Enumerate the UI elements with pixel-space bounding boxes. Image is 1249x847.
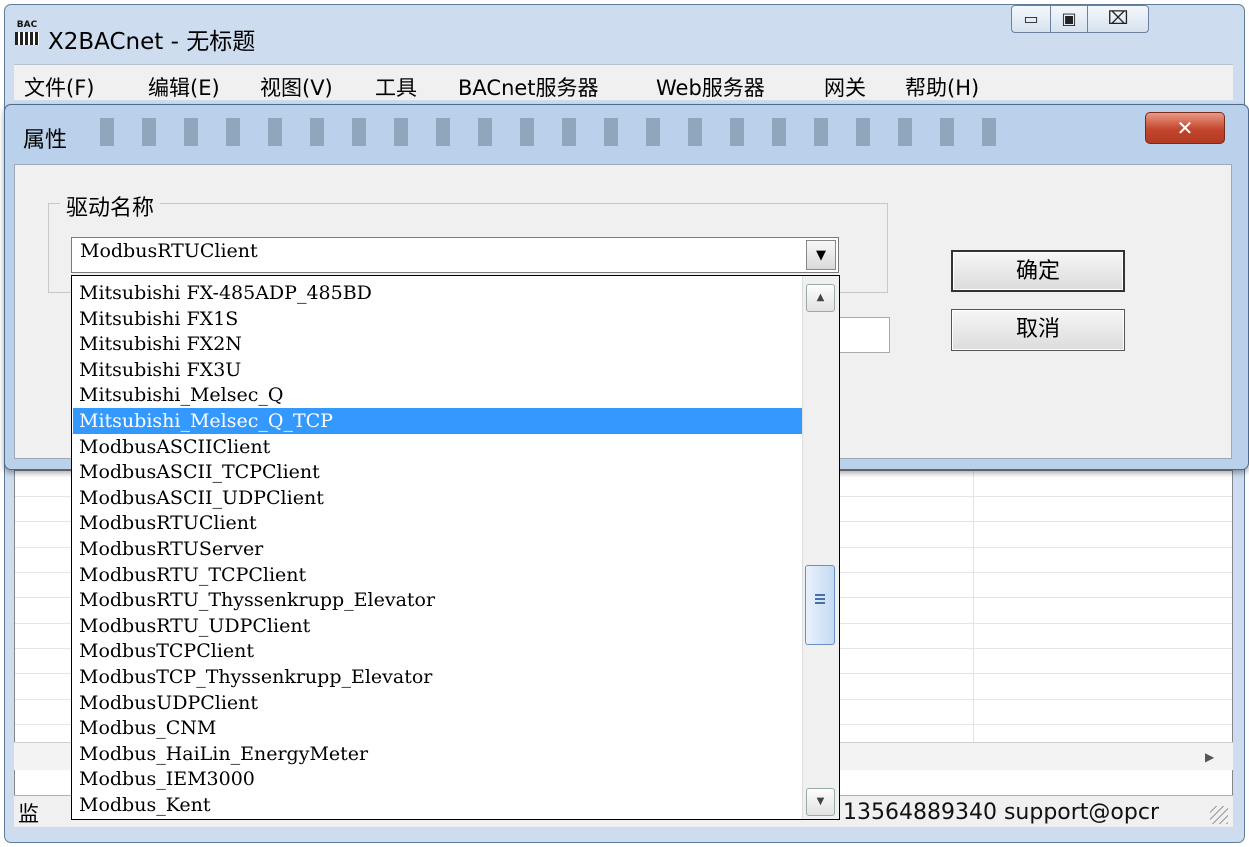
- dropdown-option[interactable]: ModbusRTU_UDPClient: [73, 613, 808, 639]
- toolbar-ghost: [100, 118, 1000, 146]
- dropdown-option[interactable]: ModbusASCII_UDPClient: [73, 485, 808, 511]
- window-close-button[interactable]: ⌧: [1087, 5, 1149, 33]
- dropdown-option[interactable]: ModbusASCII_TCPClient: [73, 459, 808, 485]
- status-text: 监: [18, 802, 39, 826]
- dropdown-option[interactable]: Mitsubishi FX2N: [73, 331, 808, 357]
- dropdown-option[interactable]: ModbusASCIIClient: [73, 434, 808, 460]
- app-icon: BAC: [14, 20, 40, 46]
- app-icon-text: BAC: [16, 20, 38, 30]
- chevron-down-icon[interactable]: ▼: [806, 240, 836, 270]
- scroll-right-icon[interactable]: ▶: [1205, 750, 1214, 764]
- dropdown-option[interactable]: ModbusTCP_Thyssenkrupp_Elevator: [73, 664, 808, 690]
- minimize-button[interactable]: ▭: [1011, 5, 1051, 33]
- dropdown-option[interactable]: Modbus_IEM3000: [73, 766, 808, 792]
- status-contact: 13564889340 support@opcr: [843, 800, 1159, 825]
- scroll-up-icon[interactable]: ▲: [806, 284, 835, 312]
- dropdown-option[interactable]: Mitsubishi FX3U: [73, 357, 808, 383]
- menu-gateway[interactable]: 网关: [824, 72, 866, 102]
- driver-name-label: 驱动名称: [60, 190, 161, 222]
- scroll-down-icon[interactable]: ▼: [806, 788, 835, 816]
- menu-bacnet-server[interactable]: BACnet服务器: [458, 72, 599, 102]
- dialog-close-button[interactable]: ✕: [1145, 112, 1225, 144]
- dropdown-option[interactable]: ModbusRTUServer: [73, 536, 808, 562]
- dropdown-option[interactable]: Mitsubishi FX1S: [73, 306, 808, 332]
- text-field[interactable]: [835, 317, 890, 353]
- dropdown-option[interactable]: Modbus_CNM: [73, 715, 808, 741]
- driver-dropdown-list[interactable]: Mitsubishi FX-485ADP_485BD Mitsubishi FX1…: [71, 275, 840, 820]
- dropdown-option[interactable]: ModbusRTUClient: [73, 510, 808, 536]
- menu-view[interactable]: 视图(V): [260, 72, 333, 102]
- dropdown-option[interactable]: Mitsubishi_Melsec_Q: [73, 382, 808, 408]
- driver-combobox-value[interactable]: ModbusRTUClient: [80, 240, 258, 262]
- dropdown-option[interactable]: Mitsubishi FX-485ADP_485BD: [73, 280, 808, 306]
- dropdown-option[interactable]: Modbus_HaiLin_EnergyMeter: [73, 741, 808, 767]
- ok-button[interactable]: 确定: [951, 250, 1125, 292]
- menu-edit[interactable]: 编辑(E): [148, 72, 220, 102]
- dropdown-option[interactable]: ModbusUDPClient: [73, 690, 808, 716]
- menu-web-server[interactable]: Web服务器: [656, 72, 765, 102]
- dropdown-option-selected[interactable]: Mitsubishi_Melsec_Q_TCP: [73, 408, 808, 434]
- window-title: X2BACnet - 无标题: [48, 29, 256, 55]
- cancel-button[interactable]: 取消: [951, 309, 1125, 351]
- dialog-title: 属性: [23, 128, 68, 153]
- thumb-grip-icon: [815, 594, 825, 606]
- dropdown-scrollbar[interactable]: [802, 276, 839, 819]
- maximize-button[interactable]: ▣: [1050, 5, 1088, 33]
- dropdown-option[interactable]: ModbusRTU_Thyssenkrupp_Elevator: [73, 587, 808, 613]
- dropdown-option[interactable]: Modbus_Kent: [73, 792, 808, 818]
- menu-file[interactable]: 文件(F): [24, 72, 94, 102]
- resize-grip-icon[interactable]: [1210, 806, 1228, 824]
- dropdown-option[interactable]: ModbusTCPClient: [73, 638, 808, 664]
- menu-tools[interactable]: 工具: [375, 72, 417, 102]
- menu-help[interactable]: 帮助(H): [905, 72, 979, 102]
- dropdown-option[interactable]: ModbusRTU_TCPClient: [73, 562, 808, 588]
